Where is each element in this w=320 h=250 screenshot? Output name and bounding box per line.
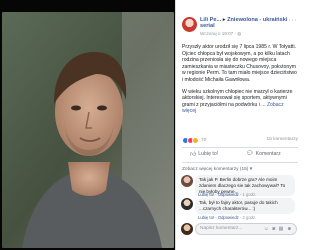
comment-input[interactable]: Napisz komentarz... ☺ ◙ ▦ ☻ <box>195 223 297 235</box>
post-paragraph-2: W wieku szkolnym chłopiec nie marzył o k… <box>182 89 298 115</box>
speech-bubble-icon: 💬︎ <box>246 151 254 157</box>
comment-bubble: Tak, był to fajny aktor, pasuje do takic… <box>195 198 295 214</box>
comment-item: Tak, był to fajny aktor, pasuje do takic… <box>181 198 298 220</box>
arrow-icon: ▸ <box>222 17 226 23</box>
user-avatar <box>181 223 193 235</box>
actor-portrait-image <box>2 12 174 248</box>
comment-time[interactable]: 2 godz. <box>243 215 257 220</box>
post-photo[interactable] <box>2 12 174 248</box>
emoji-camera-gif-sticker-icons[interactable]: ☺ ◙ ▦ ☻ <box>264 226 293 232</box>
page-avatar[interactable] <box>182 17 197 32</box>
more-comments-link[interactable]: Zobacz więcej komentarzy (15) ▾ <box>182 167 252 172</box>
comment-reply-link[interactable]: Odpowiedz <box>218 192 239 197</box>
post-header-title: Lili Pe... ▸ Zniewolona - ukraiński seri… <box>200 17 292 30</box>
photo-panel <box>0 0 175 250</box>
post-actions: 👍︎ Lubię to! 💬︎ Komentarz <box>182 150 298 160</box>
commenter-avatar[interactable] <box>181 175 193 187</box>
post-timestamp[interactable]: Wczoraj o 19:07 <box>200 31 233 36</box>
comments-count-link[interactable]: 15 komentarzy <box>267 137 298 142</box>
reactions-summary[interactable]: 70 <box>182 137 206 144</box>
comment-actions: Lubię to! · Odpowiedz · 1 godz. <box>198 192 257 197</box>
post-header: Lili Pe... ▸ Zniewolona - ukraiński seri… <box>182 17 299 39</box>
post-meta: Wczoraj o 19:07 · ◍ <box>200 31 241 37</box>
write-comment-row: Napisz komentarz... ☺ ◙ ▦ ☻ <box>181 222 298 236</box>
commenter-avatar[interactable] <box>181 198 193 210</box>
comment-button[interactable]: 💬︎ Komentarz <box>246 150 281 158</box>
like-button[interactable]: 👍︎ Lubię to! <box>190 150 218 158</box>
comment-input-placeholder: Napisz komentarz... <box>200 226 243 231</box>
post-stats: 70 15 komentarzy <box>182 137 298 145</box>
comment-actions: Lubię to! · Odpowiedz · 2 godz. <box>198 215 257 220</box>
comment-time[interactable]: 1 godz. <box>243 192 257 197</box>
globe-icon: · ◍ <box>234 31 242 36</box>
more-dots-icon[interactable]: ··· <box>289 17 298 24</box>
divider <box>182 147 298 148</box>
author-name[interactable]: Lili Pe... <box>200 17 221 23</box>
comment-text: Tak, był to fajny aktor, pasuje do takic… <box>199 200 278 211</box>
post-panel: Lili Pe... ▸ Zniewolona - ukraiński seri… <box>175 0 300 250</box>
like-button-label: Lubię to! <box>198 151 219 157</box>
comment-reply-link[interactable]: Odpowiedz <box>218 215 239 220</box>
post-body: Przyszły aktor urodził się 7 lipca 1985 … <box>182 44 298 120</box>
comment-like-link[interactable]: Lubię to! <box>198 215 214 220</box>
wow-reaction-icon <box>192 137 199 144</box>
reaction-count: 70 <box>201 138 207 143</box>
thumbs-up-icon: 👍︎ <box>190 152 197 158</box>
divider <box>182 162 298 163</box>
comment-item: Tak jak P. Berlin dobrze gra? Ale moim z… <box>181 175 298 197</box>
comment-button-label: Komentarz <box>255 150 281 157</box>
post-paragraph-1: Przyszły aktor urodził się 7 lipca 1985 … <box>182 44 297 83</box>
comment-like-link[interactable]: Lubię to! <box>198 192 214 197</box>
